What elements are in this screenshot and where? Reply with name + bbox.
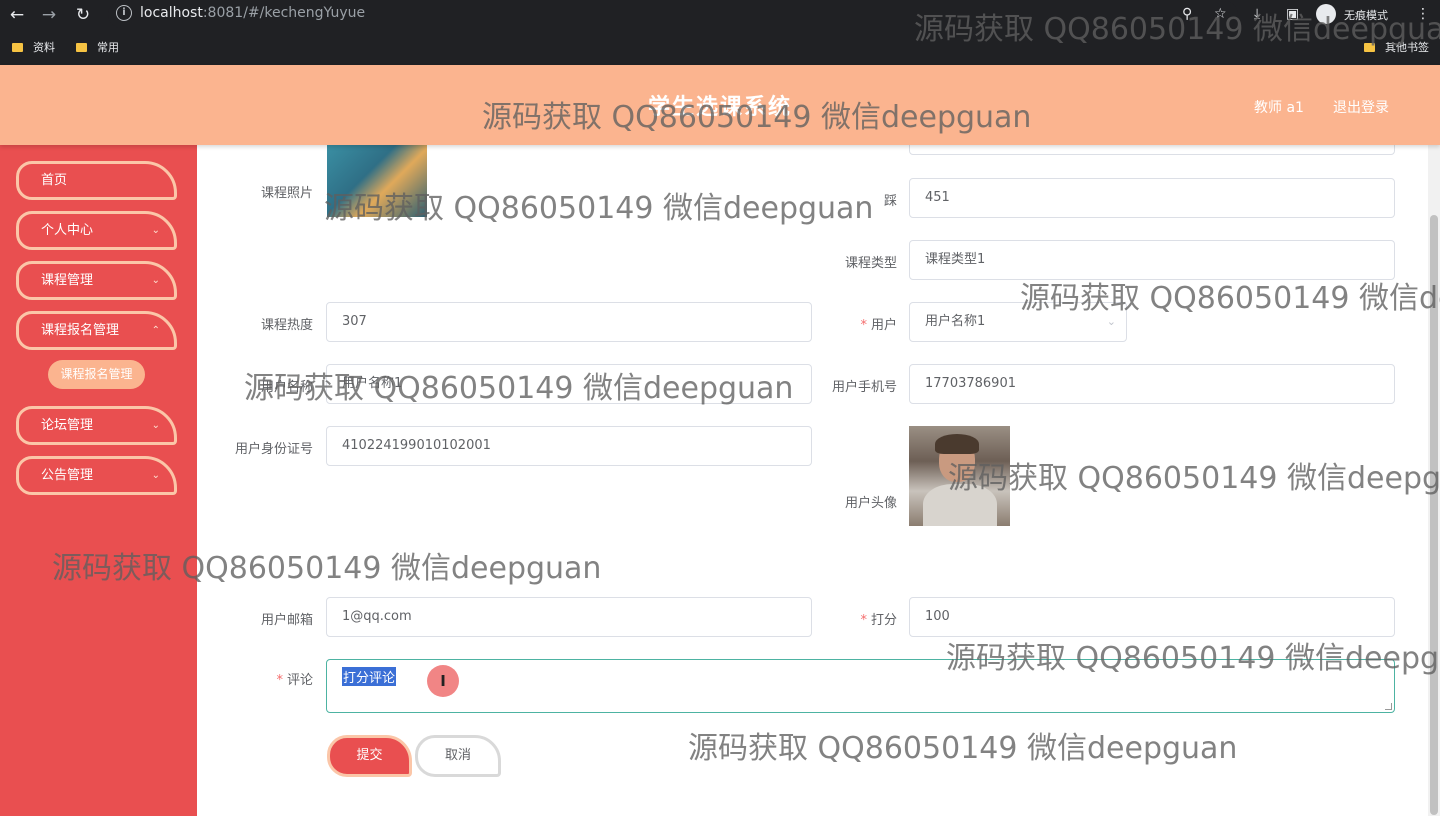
url-text: localhost:8081/#/kechengYuyue <box>140 5 366 21</box>
submit-button[interactable]: 提交 <box>327 735 412 777</box>
email-input[interactable]: 1@qq.com <box>326 597 812 637</box>
bookmark-folder[interactable]: 常用 <box>76 39 119 55</box>
avatar-label: 用户头像 <box>844 496 897 511</box>
folder-icon <box>76 43 87 52</box>
incognito-label: 无痕模式 <box>1344 9 1388 22</box>
phone-input[interactable]: 17703786901 <box>909 364 1395 404</box>
scrolled-input[interactable] <box>909 145 1395 155</box>
course-hot-label: 课程热度 <box>260 318 313 333</box>
resize-handle[interactable] <box>1385 703 1392 710</box>
page-scrollbar[interactable] <box>1428 145 1440 816</box>
folder-icon <box>1364 43 1375 52</box>
sidebar-item-forum[interactable]: 论坛管理 ⌄ <box>16 406 177 445</box>
scrollbar-thumb[interactable] <box>1430 215 1438 815</box>
incognito-icon[interactable] <box>1316 4 1336 24</box>
score-input[interactable]: 100 <box>909 597 1395 637</box>
address-bar[interactable]: i localhost:8081/#/kechengYuyue <box>108 1 1238 28</box>
browser-chrome: ← → ↻ i localhost:8081/#/kechengYuyue ⚲ … <box>0 0 1440 65</box>
comment-label: * 评论 <box>276 673 313 688</box>
username-label: 用户名称 <box>260 380 313 395</box>
site-info-icon[interactable]: i <box>116 5 132 21</box>
sidebar-item-home[interactable]: 首页 <box>16 161 177 200</box>
bookmark-folder[interactable]: 资料 <box>12 39 55 55</box>
clicks-label: 踩 <box>883 194 897 209</box>
user-label: * 用户 <box>860 318 897 333</box>
sidebar: 首页 个人中心 ⌄ 课程管理 ⌄ 课程报名管理 ⌃ 课程报名管理 论坛管理 ⌄ 公告管理… <box>0 145 197 816</box>
sidebar-item-enrollment[interactable]: 课程报名管理 ⌃ <box>16 311 177 350</box>
forward-icon[interactable]: → <box>38 4 60 26</box>
app-title: 学生选课系统 <box>647 95 792 120</box>
chevron-down-icon: ⌄ <box>1106 315 1116 328</box>
cancel-button[interactable]: 取消 <box>415 735 501 777</box>
email-label: 用户邮箱 <box>260 613 313 628</box>
download-icon[interactable]: ⤓ <box>1254 5 1260 23</box>
current-user: 教师 a1 <box>1254 100 1304 116</box>
score-label: * 打分 <box>860 613 897 628</box>
phone-label: 用户手机号 <box>831 380 897 395</box>
sidebar-item-notices[interactable]: 公告管理 ⌄ <box>16 456 177 495</box>
other-bookmarks[interactable]: 其他书签 <box>1364 39 1429 55</box>
course-hot-input[interactable]: 307 <box>326 302 812 342</box>
menu-dots-icon[interactable]: ⋮ <box>1416 5 1430 23</box>
app-header: 学生选课系统 教师 a1 退出登录 <box>0 65 1440 145</box>
chevron-up-icon: ⌃ <box>151 325 160 336</box>
clicks-input[interactable]: 451 <box>909 178 1395 218</box>
back-icon[interactable]: ← <box>6 4 28 26</box>
chevron-down-icon: ⌄ <box>151 225 160 236</box>
logout-link[interactable]: 退出登录 <box>1333 97 1389 117</box>
chevron-down-icon: ⌄ <box>151 470 160 481</box>
sidebar-item-courses[interactable]: 课程管理 ⌄ <box>16 261 177 300</box>
username-input[interactable]: 用户名称1 <box>326 364 812 404</box>
sidebar-subitem-enrollment[interactable]: 课程报名管理 <box>48 360 145 389</box>
chevron-down-icon: ⌄ <box>151 275 160 286</box>
reload-icon[interactable]: ↻ <box>72 4 94 26</box>
comment-textarea[interactable]: 打分评论 <box>326 659 1395 713</box>
course-photo <box>327 145 427 217</box>
enrollment-form: 课程照片 踩 451 课程类型 课程类型1 课程热度 307 * 用户 用户名称1… <box>197 145 1428 816</box>
tab-search-icon[interactable]: ▣ <box>1286 5 1299 23</box>
browser-toolbar: ← → ↻ i localhost:8081/#/kechengYuyue ⚲ … <box>0 0 1440 29</box>
comment-text: 打分评论 <box>342 667 397 686</box>
text-cursor-icon: I <box>427 665 459 697</box>
user-select[interactable]: 用户名称1 ⌄ <box>909 302 1127 342</box>
course-type-label: 课程类型 <box>844 256 897 271</box>
idcard-label: 用户身份证号 <box>234 442 313 457</box>
course-type-input[interactable]: 课程类型1 <box>909 240 1395 280</box>
key-icon[interactable]: ⚲ <box>1182 5 1192 23</box>
avatar-hair <box>935 434 979 454</box>
idcard-input[interactable]: 410224199010102001 <box>326 426 812 466</box>
avatar-body <box>923 484 997 526</box>
course-photo-label: 课程照片 <box>260 186 313 201</box>
user-avatar <box>909 426 1010 526</box>
star-icon[interactable]: ☆ <box>1214 5 1227 23</box>
sidebar-item-profile[interactable]: 个人中心 ⌄ <box>16 211 177 250</box>
folder-icon <box>12 43 23 52</box>
bookmarks-bar: 资料 常用 其他书签 <box>0 29 1440 65</box>
chevron-down-icon: ⌄ <box>151 420 160 431</box>
